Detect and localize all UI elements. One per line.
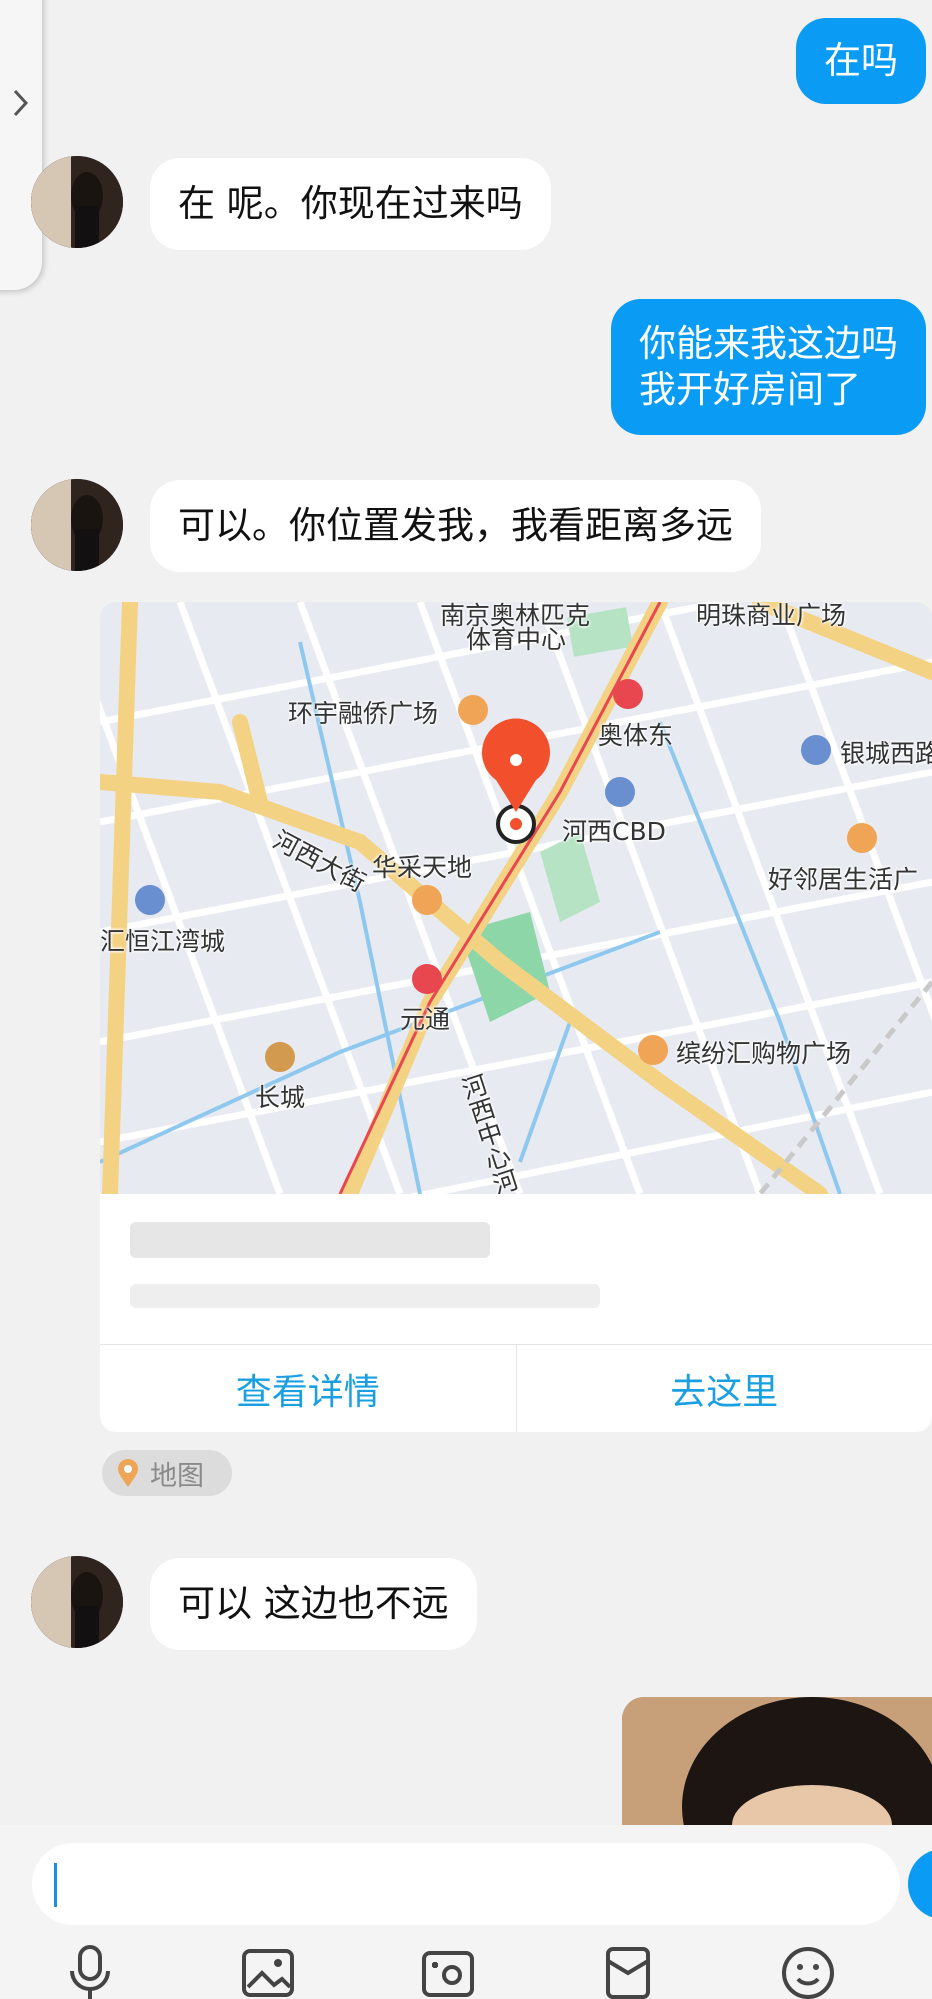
camera-icon[interactable] [418,1943,478,1999]
map-label: 好邻居生活广 [768,860,918,896]
message-text: 在 呢。你现在过来吗 [178,182,523,225]
contact-avatar[interactable] [31,156,123,248]
map-preview[interactable]: 南京奥林匹克 体育中心 明珠商业广场 环宇融侨广场 奥体东 银城西路 河西CBD… [100,602,932,1194]
chevron-right-icon [12,88,30,118]
message-text: 可以。你位置发我，我看距离多远 [178,504,733,547]
drawer-handle[interactable] [0,0,42,290]
message-text-line: 我开好房间了 [639,367,898,413]
avatar-photo [31,479,123,571]
text-caret [54,1863,57,1907]
redacted-location-name [130,1222,490,1258]
map-label: 体育中心 [466,620,566,656]
contact-avatar[interactable] [31,479,123,571]
map-label: 环宇融侨广场 [288,694,438,730]
map-graphic [100,602,932,1194]
map-label: 缤纷汇购物广场 [676,1034,851,1070]
image-icon[interactable] [238,1943,298,1999]
message-bubble-outgoing[interactable]: 你能来我这边吗 我开好房间了 [611,299,926,435]
message-text-line: 你能来我这边吗 [639,321,898,367]
navigate-here-button[interactable]: 去这里 [516,1345,932,1432]
contact-avatar[interactable] [31,1556,123,1648]
location-actions: 查看详情 去这里 [100,1345,932,1432]
message-text: 在吗 [824,39,898,82]
emoji-icon[interactable] [778,1943,838,1999]
map-label: 元通 [400,1000,450,1036]
map-source-tag[interactable]: 地图 [102,1450,232,1496]
map-source-label: 地图 [150,1454,204,1493]
map-label: 华采天地 [372,848,472,884]
map-label: 汇恒江湾城 [100,922,225,958]
map-label: 河西CBD [562,812,666,848]
red-packet-icon[interactable] [598,1943,658,1999]
avatar-photo [31,1556,123,1648]
message-bubble-incoming[interactable]: 可以。你位置发我，我看距离多远 [150,480,761,572]
message-input[interactable] [32,1843,900,1925]
map-label: 银城西路 [840,734,932,770]
avatar-photo [31,156,123,248]
redacted-location-address [130,1284,600,1308]
view-details-button[interactable]: 查看详情 [100,1345,516,1432]
message-bubble-incoming[interactable]: 可以 这边也不远 [150,1558,477,1650]
send-button[interactable] [908,1849,932,1919]
microphone-icon[interactable] [60,1943,120,1999]
location-pin-icon [116,1458,140,1488]
sent-photo [622,1697,932,1825]
message-text: 可以 这边也不远 [178,1582,449,1625]
map-label: 长城 [255,1078,305,1114]
location-card[interactable]: 南京奥林匹克 体育中心 明珠商业广场 环宇融侨广场 奥体东 银城西路 河西CBD… [100,602,932,1432]
input-bar [0,1825,932,1998]
message-bubble-outgoing[interactable]: 在吗 [796,18,926,104]
message-bubble-incoming[interactable]: 在 呢。你现在过来吗 [150,158,551,250]
map-label: 明珠商业广场 [696,602,846,632]
map-label: 奥体东 [598,716,673,752]
location-info [100,1194,932,1345]
message-image-outgoing[interactable] [622,1697,932,1825]
